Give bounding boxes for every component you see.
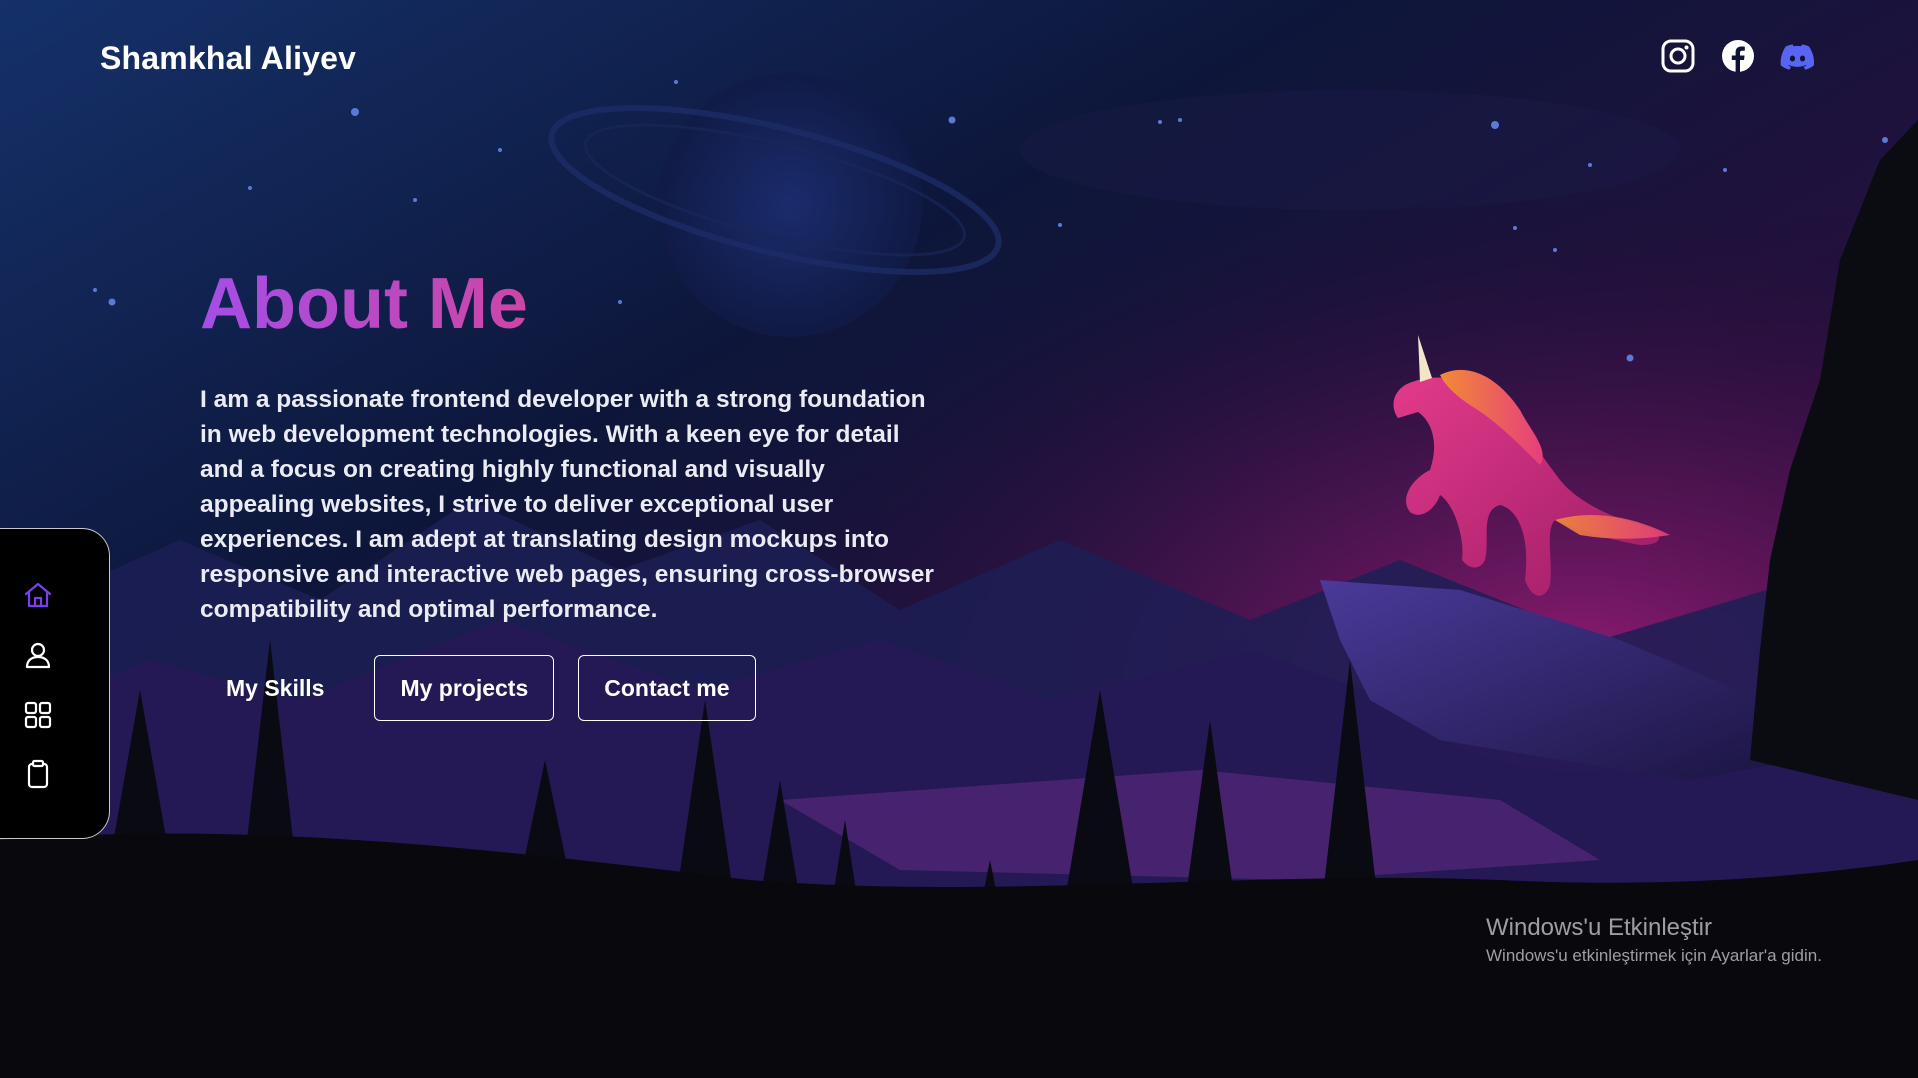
my-skills-button[interactable]: My Skills xyxy=(200,655,350,721)
hero-buttons: My Skills My projects Contact me xyxy=(200,655,940,721)
home-icon xyxy=(24,582,52,608)
nav-contact[interactable] xyxy=(20,756,56,792)
instagram-icon[interactable] xyxy=(1660,38,1696,74)
my-projects-button[interactable]: My projects xyxy=(374,655,555,721)
contact-me-button[interactable]: Contact me xyxy=(578,655,756,721)
windows-activation-watermark: Windows'u Etkinleştir Windows'u etkinleş… xyxy=(1486,914,1822,966)
about-section: About Me I am a passionate frontend deve… xyxy=(200,268,940,721)
nav-home[interactable] xyxy=(20,577,56,613)
activation-subtitle: Windows'u etkinleştirmek için Ayarlar'a … xyxy=(1486,946,1822,965)
nav-projects[interactable] xyxy=(20,697,56,733)
discord-icon[interactable] xyxy=(1780,38,1816,74)
about-title: About Me xyxy=(200,268,940,340)
facebook-icon[interactable] xyxy=(1720,38,1756,74)
nav-about[interactable] xyxy=(20,637,56,673)
clipboard-icon xyxy=(27,759,49,789)
page: Shamkhal Aliyev About Me I am a passiona… xyxy=(0,0,1918,1078)
grid-icon xyxy=(24,701,52,729)
social-links xyxy=(1660,38,1816,74)
side-navigation xyxy=(0,528,110,839)
about-description: I am a passionate frontend developer wit… xyxy=(200,386,934,623)
activation-title: Windows'u Etkinleştir xyxy=(1486,914,1712,941)
brand-name[interactable]: Shamkhal Aliyev xyxy=(100,40,356,77)
user-icon xyxy=(25,642,51,669)
